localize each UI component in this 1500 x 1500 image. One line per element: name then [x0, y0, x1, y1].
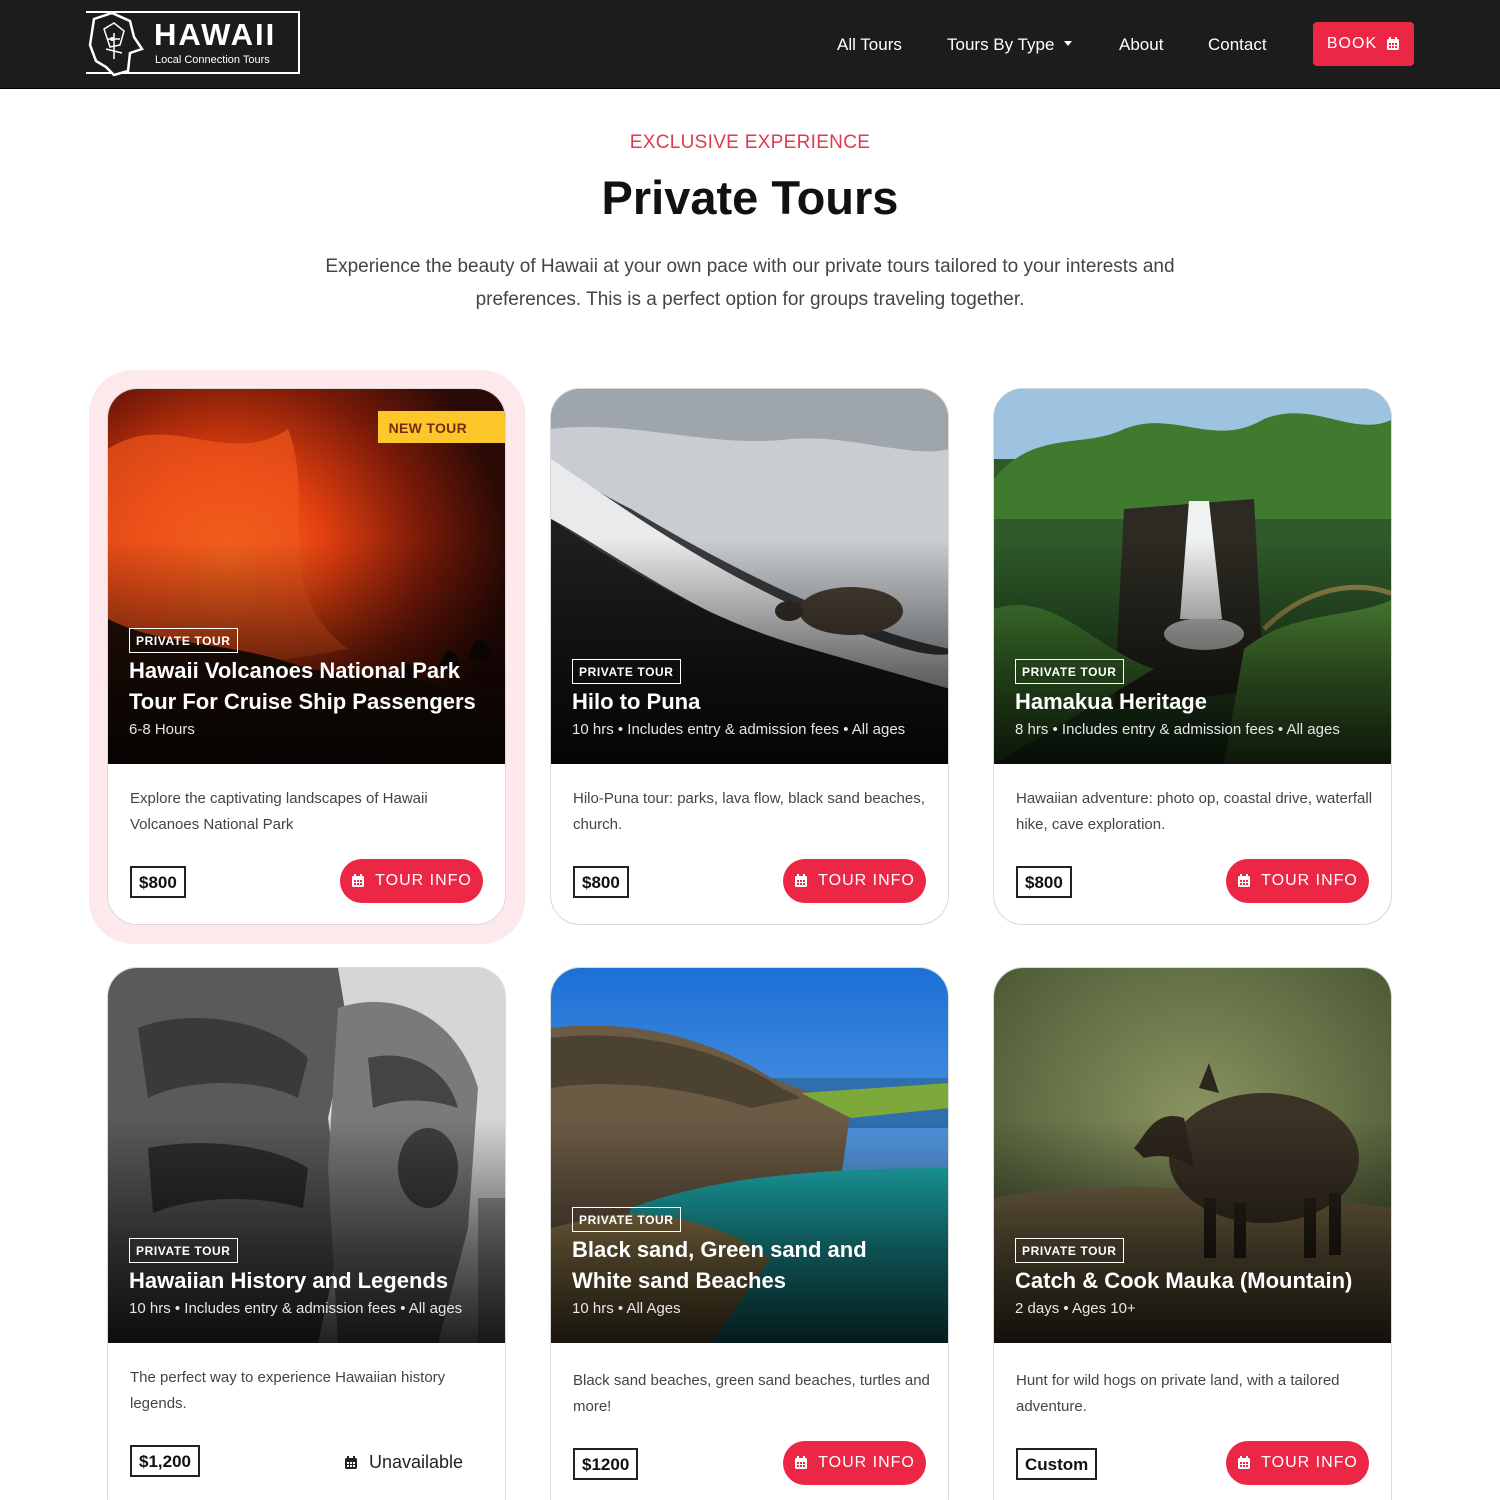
tour-info-label: TOUR INFO: [1261, 872, 1358, 889]
tour-info-label: TOUR INFO: [1261, 1454, 1358, 1471]
tour-description: Hunt for wild hogs on private land, with…: [1016, 1372, 1340, 1415]
tour-info-label: TOUR INFO: [818, 872, 915, 889]
tour-meta: 8 hrs • Includes entry & admission fees …: [1015, 721, 1340, 738]
calendar-icon: [1387, 37, 1400, 50]
tour-card: PRIVATE TOUR Hamakua Heritage 8 hrs • In…: [993, 388, 1392, 925]
nav-tours-by-type[interactable]: Tours By Type: [947, 35, 1073, 55]
tour-meta: 2 days • Ages 10+: [1015, 1300, 1136, 1317]
top-nav: HAWAII Local Connection Tours All Tours …: [0, 0, 1500, 89]
calendar-icon: [352, 874, 365, 887]
section-eyebrow: EXCLUSIVE EXPERIENCE: [629, 132, 871, 153]
private-tour-tag: PRIVATE TOUR: [572, 1207, 681, 1232]
site-logo[interactable]: HAWAII Local Connection Tours: [86, 11, 300, 77]
tour-price: Custom: [1016, 1448, 1098, 1480]
private-tour-tag: PRIVATE TOUR: [572, 659, 681, 684]
tour-image-waterfall[interactable]: PRIVATE TOUR Hamakua Heritage 8 hrs • In…: [994, 389, 1391, 764]
tour-card: PRIVATE TOUR Catch & Cook Mauka (Mountai…: [993, 967, 1392, 1500]
warrior-helmet-icon: [88, 11, 144, 77]
tour-image-tiki[interactable]: PRIVATE TOUR Hawaiian History and Legend…: [108, 968, 505, 1343]
nav-about[interactable]: About: [1119, 35, 1163, 55]
new-tour-badge: NEW TOUR: [377, 411, 505, 443]
tour-card: PRIVATE TOUR Black sand, Green sand and …: [550, 967, 949, 1500]
book-label: BOOK: [1326, 35, 1378, 52]
tour-meta: 10 hrs • All Ages: [572, 1300, 681, 1317]
tour-price: $1200: [573, 1448, 639, 1480]
calendar-icon: [795, 874, 808, 887]
nav-all-tours[interactable]: All Tours: [837, 35, 902, 55]
private-tour-tag: PRIVATE TOUR: [1015, 1238, 1124, 1263]
tour-description: The perfect way to experience Hawaiian h…: [130, 1369, 446, 1412]
nav-tours-by-type-label: Tours By Type: [947, 35, 1055, 54]
tour-price: $800: [130, 866, 186, 898]
tour-card: PRIVATE TOUR Hawaiian History and Legend…: [107, 967, 506, 1500]
tour-title[interactable]: Catch & Cook Mauka (Mountain): [1015, 1265, 1375, 1296]
calendar-icon: [1238, 1456, 1251, 1469]
tour-price: $1,200: [130, 1445, 200, 1477]
tour-info-button[interactable]: TOUR INFO: [340, 859, 483, 903]
tour-meta: 10 hrs • Includes entry & admission fees…: [129, 1300, 463, 1317]
tour-card: PRIVATE TOUR Hilo to Puna 10 hrs • Inclu…: [550, 388, 949, 925]
tour-title[interactable]: Hawaii Volcanoes National Park Tour For …: [129, 655, 489, 717]
unavailable-status: Unavailable: [344, 1452, 463, 1473]
tour-info-label: TOUR INFO: [375, 872, 472, 889]
calendar-icon: [795, 1456, 808, 1469]
tour-info-label: TOUR INFO: [818, 1454, 915, 1471]
tour-image-volcano[interactable]: NEW TOUR PRIVATE TOUR Hawaii Volcanoes N…: [108, 389, 505, 764]
tour-description: Hawaiian adventure: photo op, coastal dr…: [1016, 790, 1373, 833]
logo-title: HAWAII: [154, 17, 277, 52]
tour-info-button[interactable]: TOUR INFO: [1226, 859, 1369, 903]
tour-price: $800: [1016, 866, 1072, 898]
logo-subtitle: Local Connection Tours: [155, 54, 270, 66]
tour-title[interactable]: Hamakua Heritage: [1015, 686, 1375, 717]
page-title: Private Tours: [601, 171, 899, 224]
tour-description: Black sand beaches, green sand beaches, …: [573, 1372, 930, 1415]
tour-image-turtle[interactable]: PRIVATE TOUR Hilo to Puna 10 hrs • Inclu…: [551, 389, 948, 764]
calendar-icon: [345, 1455, 357, 1469]
unavailable-label: Unavailable: [369, 1452, 464, 1472]
tour-card: NEW TOUR PRIVATE TOUR Hawaii Volcanoes N…: [107, 388, 506, 925]
tour-price: $800: [573, 866, 629, 898]
tour-description: Hilo-Puna tour: parks, lava flow, black …: [573, 790, 925, 833]
tour-title[interactable]: Hilo to Puna: [572, 686, 932, 717]
private-tour-tag: PRIVATE TOUR: [1015, 659, 1124, 684]
tour-info-button[interactable]: TOUR INFO: [1226, 1441, 1369, 1485]
tour-info-button[interactable]: TOUR INFO: [783, 1441, 926, 1485]
chevron-down-icon: [1064, 41, 1073, 47]
tour-description: Explore the captivating landscapes of Ha…: [130, 790, 428, 833]
private-tour-tag: PRIVATE TOUR: [129, 628, 238, 653]
book-button[interactable]: BOOK: [1313, 22, 1414, 66]
tour-meta: 6-8 Hours: [129, 721, 195, 738]
tour-image-green-sand[interactable]: PRIVATE TOUR Black sand, Green sand and …: [551, 968, 948, 1343]
nav-contact[interactable]: Contact: [1208, 35, 1267, 55]
tour-title[interactable]: Black sand, Green sand and White sand Be…: [572, 1234, 932, 1296]
private-tour-tag: PRIVATE TOUR: [129, 1238, 238, 1263]
intro-text: Experience the beauty of Hawaii at your …: [325, 256, 1175, 310]
tour-meta: 10 hrs • Includes entry & admission fees…: [572, 721, 906, 738]
calendar-icon: [1238, 874, 1251, 887]
tour-title[interactable]: Hawaiian History and Legends: [129, 1265, 489, 1296]
tour-info-button[interactable]: TOUR INFO: [783, 859, 926, 903]
tour-image-boar[interactable]: PRIVATE TOUR Catch & Cook Mauka (Mountai…: [994, 968, 1391, 1343]
